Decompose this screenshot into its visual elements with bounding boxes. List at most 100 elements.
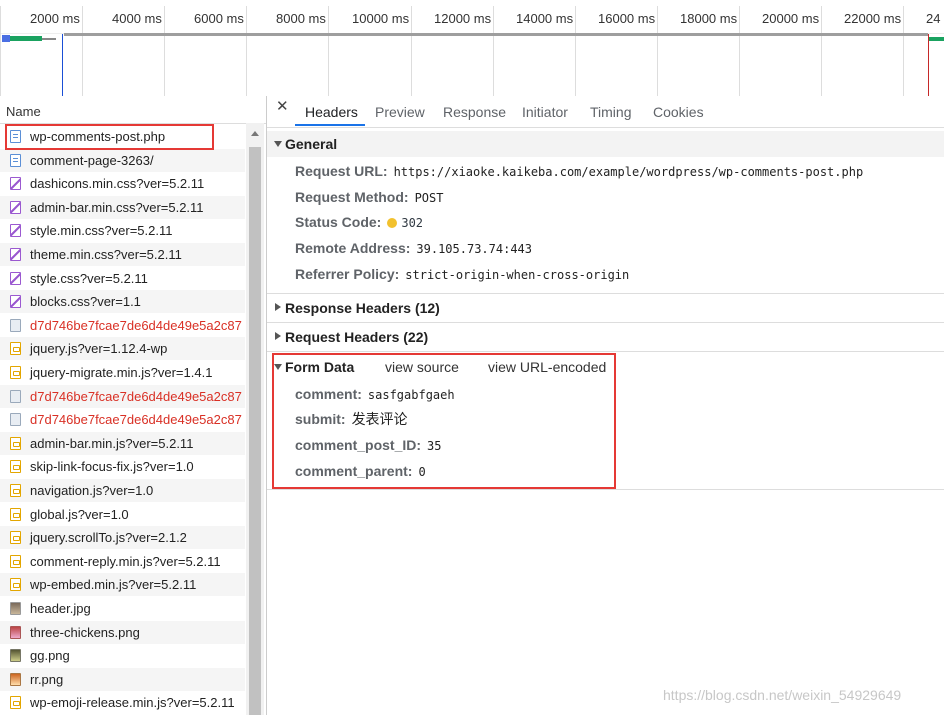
remote-address-value: 39.105.73.74:443: [416, 242, 532, 256]
request-name: rr.png: [30, 671, 64, 687]
script-icon: [10, 436, 21, 450]
tab-headers[interactable]: Headers: [305, 96, 358, 127]
timeline-tick: [246, 6, 247, 96]
photo-icon: [10, 672, 21, 686]
script-icon: [10, 507, 21, 521]
tab-timing[interactable]: Timing: [590, 96, 632, 127]
tab-preview[interactable]: Preview: [375, 96, 425, 127]
timeline-tick-label: 20000 ms: [762, 11, 820, 26]
timeline-tick-label: 10000 ms: [352, 11, 410, 26]
timeline-bar-blue: [2, 35, 10, 42]
request-row[interactable]: admin-bar.min.js?ver=5.2.11: [0, 431, 245, 455]
network-timeline-overview[interactable]: 2000 ms 4000 ms 6000 ms 8000 ms 10000 ms…: [0, 0, 944, 97]
timeline-tick: [657, 6, 658, 96]
timeline-tick-label: 12000 ms: [434, 11, 492, 26]
request-name: jquery-migrate.min.js?ver=1.4.1: [30, 365, 213, 380]
details-tab-bar: ✕ Headers Preview Response Initiator Tim…: [267, 96, 944, 128]
request-name: three-chickens.png: [30, 624, 140, 640]
timeline-tick: [0, 6, 1, 96]
request-name: gg.png: [30, 648, 70, 664]
request-name: d7d746be7fcae7de6d4de49e5a2c87: [30, 388, 242, 404]
timeline-tick-label: 22000 ms: [844, 11, 902, 26]
request-details-panel: ✕ Headers Preview Response Initiator Tim…: [267, 96, 944, 715]
timeline-bar-gray: [42, 38, 56, 40]
request-row[interactable]: theme.min.css?ver=5.2.11: [0, 243, 245, 266]
request-name: comment-page-3263/: [30, 152, 154, 168]
request-row[interactable]: dashicons.min.css?ver=5.2.11: [0, 172, 245, 195]
tab-initiator[interactable]: Initiator: [522, 96, 568, 127]
request-row[interactable]: skip-link-focus-fix.js?ver=1.0: [0, 455, 245, 478]
request-row[interactable]: wp-embed.min.js?ver=5.2.11: [0, 573, 245, 597]
request-name: d7d746be7fcae7de6d4de49e5a2c87: [30, 412, 242, 428]
request-row[interactable]: rr.png: [0, 667, 245, 691]
request-row[interactable]: d7d746be7fcae7de6d4de49e5a2c87: [0, 408, 245, 431]
tab-response[interactable]: Response: [443, 96, 506, 127]
request-headers-section-header[interactable]: Request Headers (22): [267, 324, 944, 350]
script-icon: [10, 578, 21, 592]
timeline-tick: [493, 6, 494, 96]
collapsed-triangle-icon: [275, 332, 281, 340]
response-headers-section-header[interactable]: Response Headers (12): [267, 295, 944, 321]
request-name: skip-link-focus-fix.js?ver=1.0: [30, 459, 194, 475]
timeline-tick-label: 8000 ms: [276, 11, 326, 26]
general-section-title: General: [285, 136, 338, 152]
request-name: admin-bar.min.css?ver=5.2.11: [30, 199, 204, 215]
general-section-header[interactable]: General: [267, 131, 944, 157]
request-row[interactable]: header.jpg: [0, 597, 245, 620]
request-row[interactable]: navigation.js?ver=1.0: [0, 479, 245, 502]
request-headers-title: Request Headers (22): [285, 329, 429, 345]
request-row[interactable]: d7d746be7fcae7de6d4de49e5a2c87: [0, 384, 245, 408]
referrer-policy-value: strict-origin-when-cross-origin: [405, 268, 630, 282]
request-name: dashicons.min.css?ver=5.2.11: [30, 176, 205, 192]
image-icon: [10, 389, 21, 403]
request-row[interactable]: jquery.js?ver=1.12.4-wp: [0, 337, 245, 361]
timeline-tick-label: 2000 ms: [30, 11, 80, 26]
photo-icon: [10, 625, 21, 639]
request-method-label: Request Method:: [295, 189, 409, 205]
request-row[interactable]: blocks.css?ver=1.1: [0, 290, 245, 314]
photo-icon: [10, 649, 21, 663]
timeline-tick: [411, 6, 412, 96]
request-row[interactable]: jquery.scrollTo.js?ver=2.1.2: [0, 526, 245, 550]
request-row[interactable]: admin-bar.min.css?ver=5.2.11: [0, 195, 245, 219]
timeline-tick-label: 6000 ms: [194, 11, 244, 26]
request-name: style.css?ver=5.2.11: [30, 270, 148, 286]
stylesheet-icon: [10, 271, 21, 285]
request-row[interactable]: style.min.css?ver=5.2.11: [0, 219, 245, 242]
request-row[interactable]: wp-emoji-release.min.js?ver=5.2.11: [0, 691, 245, 714]
request-name: jquery.js?ver=1.12.4-wp: [30, 341, 168, 357]
request-row[interactable]: style.css?ver=5.2.11: [0, 267, 245, 290]
timeline-tick-label: 18000 ms: [680, 11, 738, 26]
request-name: theme.min.css?ver=5.2.11: [30, 247, 182, 262]
request-row[interactable]: jquery-migrate.min.js?ver=1.4.1: [0, 361, 245, 384]
request-name: header.jpg: [30, 601, 91, 616]
scrollbar-thumb[interactable]: [249, 147, 261, 715]
section-divider: [267, 351, 944, 352]
image-icon: [10, 318, 21, 332]
request-row[interactable]: comment-reply.min.js?ver=5.2.11: [0, 550, 245, 573]
timeline-end-bar: [929, 37, 944, 41]
request-name: blocks.css?ver=1.1: [30, 294, 141, 310]
section-divider: [267, 322, 944, 323]
timeline-tick: [821, 6, 822, 96]
request-name: style.min.css?ver=5.2.11: [30, 223, 173, 239]
request-list-scrollbar[interactable]: [246, 123, 264, 715]
remote-address-row: Remote Address: 39.105.73.74:443: [295, 237, 532, 259]
close-details-icon[interactable]: ✕: [276, 97, 289, 115]
request-row[interactable]: three-chickens.png: [0, 620, 245, 644]
name-column-header[interactable]: Name: [0, 96, 266, 124]
form-data-highlight: [272, 353, 616, 489]
status-indicator-icon: [387, 218, 398, 228]
script-icon: [10, 366, 21, 379]
request-row[interactable]: global.js?ver=1.0: [0, 503, 245, 526]
watermark-text: https://blog.csdn.net/weixin_54929649: [663, 687, 902, 703]
status-code-row: Status Code: 302: [295, 211, 423, 233]
expanded-triangle-icon: [274, 141, 282, 147]
stylesheet-icon: [10, 224, 21, 238]
referrer-policy-row: Referrer Policy: strict-origin-when-cross…: [295, 263, 629, 285]
scroll-up-arrow-icon[interactable]: [251, 131, 259, 136]
request-row[interactable]: gg.png: [0, 644, 245, 667]
request-row[interactable]: comment-page-3263/: [0, 148, 245, 172]
request-row[interactable]: d7d746be7fcae7de6d4de49e5a2c87: [0, 314, 245, 337]
tab-cookies[interactable]: Cookies: [653, 96, 704, 127]
